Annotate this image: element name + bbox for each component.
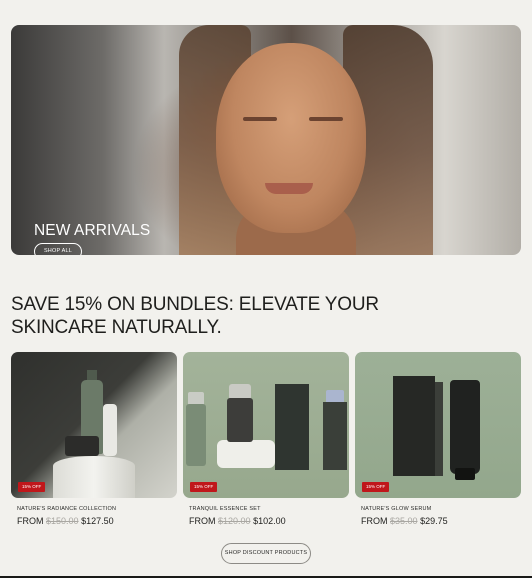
product-name[interactable]: TRANQUIL ESSENCE SET xyxy=(189,506,349,512)
hero-title: NEW ARRIVALS xyxy=(34,222,151,239)
section-title: SAVE 15% ON BUNDLES: ELEVATE YOUR SKINCA… xyxy=(11,294,379,338)
product-price: FROM $35.00 $29.75 xyxy=(361,516,521,526)
product-box-side xyxy=(435,382,443,476)
product-bottle xyxy=(227,398,253,442)
product-image[interactable]: 15% OFF xyxy=(355,352,521,498)
product-jar xyxy=(65,436,99,456)
original-price: $150.00 xyxy=(46,516,79,526)
discount-badge: 15% OFF xyxy=(190,482,218,492)
original-price: $120.00 xyxy=(218,516,251,526)
product-name[interactable]: NATURE'S RADIANCE COLLECTION xyxy=(17,506,177,512)
price-from-label: FROM xyxy=(361,516,388,526)
product-price: FROM $120.00 $102.00 xyxy=(189,516,349,526)
price-from-label: FROM xyxy=(189,516,216,526)
hero-image-eye xyxy=(243,117,277,121)
product-card[interactable]: 15% OFF NATURE'S RADIANCE COLLECTION FRO… xyxy=(11,352,177,526)
product-bottle xyxy=(323,402,347,470)
sale-price: $127.50 xyxy=(81,516,114,526)
hero-banner[interactable]: NEW ARRIVALS SHOP ALL xyxy=(11,25,521,255)
product-pedestal xyxy=(53,456,135,498)
product-name[interactable]: NATURE'S GLOW SERUM xyxy=(361,506,521,512)
product-tube xyxy=(450,380,480,474)
tube-cap xyxy=(455,468,475,480)
discount-badge: 15% OFF xyxy=(362,482,390,492)
shop-all-button[interactable]: SHOP ALL xyxy=(34,243,82,255)
shop-discount-products-button[interactable]: SHOP DISCOUNT PRODUCTS xyxy=(221,543,311,564)
product-card[interactable]: 15% OFF TRANQUIL ESSENCE SET FROM $120.0… xyxy=(183,352,349,526)
discount-badge: 15% OFF xyxy=(18,482,46,492)
product-stand xyxy=(217,440,275,468)
hero-image-eye xyxy=(309,117,343,121)
product-bottle xyxy=(186,404,206,466)
hero-image-mouth xyxy=(265,183,313,194)
price-from-label: FROM xyxy=(17,516,44,526)
product-box xyxy=(275,384,309,470)
product-image[interactable]: 15% OFF xyxy=(11,352,177,498)
product-image[interactable]: 15% OFF xyxy=(183,352,349,498)
original-price: $35.00 xyxy=(390,516,418,526)
sale-price: $102.00 xyxy=(253,516,286,526)
product-card[interactable]: 15% OFF NATURE'S GLOW SERUM FROM $35.00 … xyxy=(355,352,521,526)
product-box xyxy=(393,376,435,476)
hero-image-face xyxy=(216,43,366,233)
sale-price: $29.75 xyxy=(420,516,448,526)
product-price: FROM $150.00 $127.50 xyxy=(17,516,177,526)
product-bottle xyxy=(103,404,117,456)
